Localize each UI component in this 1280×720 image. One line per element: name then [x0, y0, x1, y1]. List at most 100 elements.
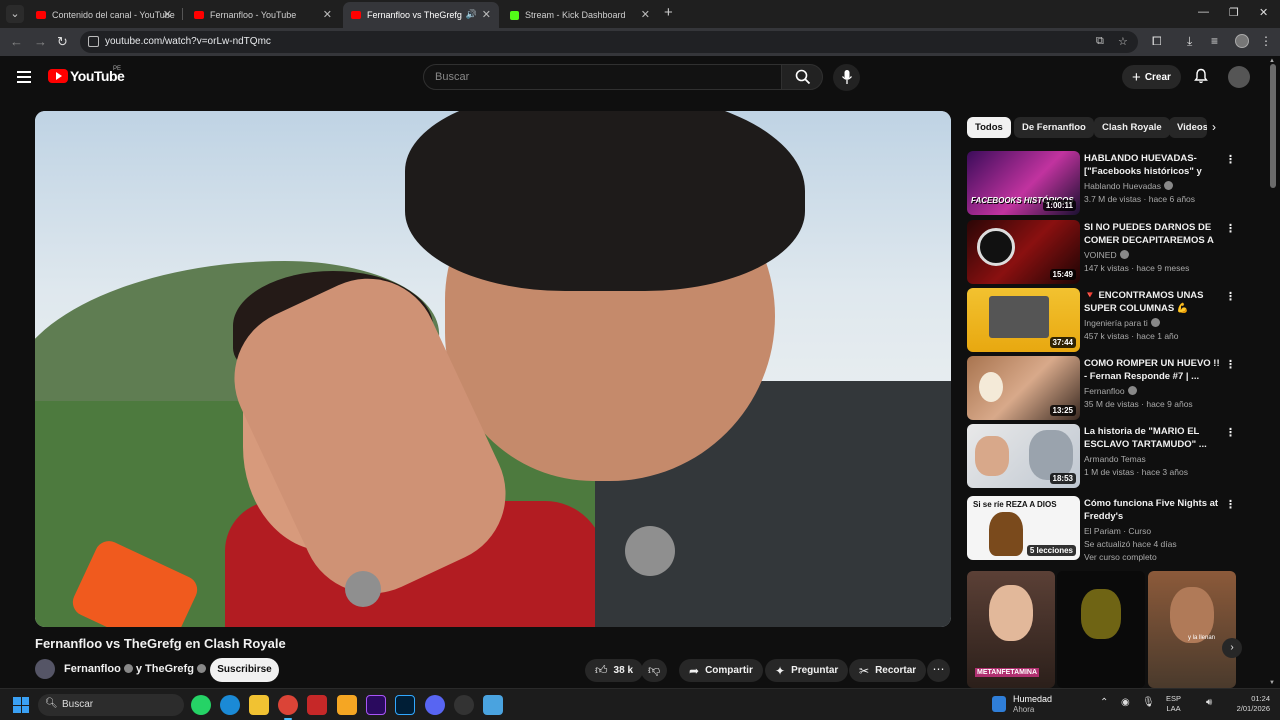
video-title-link[interactable]: SI NO PUEDES DARNOS DE COMER DECAPITAREM…: [1084, 221, 1222, 248]
menu-icon[interactable]: [17, 71, 31, 86]
chip-de-fernanfloo[interactable]: De Fernanfloo: [1014, 117, 1094, 138]
weather-widget[interactable]: Humedad Ahora: [992, 693, 1092, 717]
create-button[interactable]: + Crear: [1122, 65, 1181, 89]
kebab-menu-icon[interactable]: ⋮: [1225, 498, 1236, 511]
install-app-icon[interactable]: ⧉: [1096, 35, 1104, 48]
reload-icon[interactable]: ↻: [57, 34, 68, 50]
video-title-link[interactable]: Cómo funciona Five Nights at Freddy's: [1084, 497, 1222, 523]
minimize-icon[interactable]: —: [1198, 6, 1209, 18]
kebab-menu-icon[interactable]: ⋮: [1225, 426, 1236, 439]
page-scrollbar[interactable]: [1270, 64, 1276, 188]
more-actions-button[interactable]: ⋯: [927, 659, 950, 682]
discord-icon[interactable]: [425, 695, 445, 715]
tab-contenido-del-canal[interactable]: Contenido del canal - YouTube ✕: [28, 2, 180, 28]
chip-videos[interactable]: Videos: [1169, 117, 1207, 138]
chip-todos[interactable]: Todos: [967, 117, 1011, 138]
photoshop-icon[interactable]: [395, 695, 415, 715]
channel-link[interactable]: VOINED: [1084, 250, 1132, 260]
download-icon[interactable]: ⤓: [1187, 34, 1192, 49]
taskbar-search[interactable]: 🔍︎ Buscar: [38, 694, 184, 716]
browser-profile-avatar[interactable]: [1235, 34, 1249, 48]
ask-button[interactable]: ✦ Preguntar: [765, 659, 849, 682]
short-thumbnail[interactable]: [1057, 571, 1145, 688]
site-info-icon[interactable]: [88, 36, 99, 47]
speaker-icon[interactable]: 🔊: [466, 9, 477, 20]
edge-icon[interactable]: [220, 695, 240, 715]
search-button[interactable]: [781, 64, 823, 90]
dislike-button[interactable]: 👎︎: [641, 659, 668, 682]
new-tab-button[interactable]: +: [664, 4, 673, 21]
app-a-icon[interactable]: [337, 695, 357, 715]
language-indicator[interactable]: ESP LAA: [1166, 694, 1181, 714]
video-title-link[interactable]: COMO ROMPER UN HUEVO !! - Fernan Respond…: [1084, 357, 1222, 383]
video-title-link[interactable]: 🔻 ENCONTRAMOS UNAS SUPER COLUMNAS 💪 ¿SER…: [1084, 289, 1222, 316]
video-thumbnail[interactable]: 13:25: [967, 356, 1080, 420]
forward-icon[interactable]: →: [34, 34, 47, 49]
video-title-link[interactable]: HABLANDO HUEVADAS- ["Facebooks histórico…: [1084, 152, 1222, 179]
tab-fernanfloo-vs-thegrefg[interactable]: Fernanfloo vs TheGrefg en 🔊 ✕: [343, 2, 499, 28]
obs-icon[interactable]: [454, 695, 474, 715]
close-icon[interactable]: ✕: [482, 8, 491, 21]
windows-start-icon[interactable]: [13, 697, 29, 713]
share-button[interactable]: ➦ Compartir: [679, 659, 763, 682]
subscribe-button[interactable]: Suscribirse: [210, 658, 279, 682]
premiere-pro-icon[interactable]: [366, 695, 386, 715]
channel-link[interactable]: Armando Temas: [1084, 454, 1146, 464]
clip-button[interactable]: ✂ Recortar: [849, 659, 927, 682]
video-thumbnail[interactable]: FACEBOOKS HISTÓRICOS 1:00:11: [967, 151, 1080, 215]
window-close-icon[interactable]: ✕: [1259, 6, 1268, 19]
tab-fernanfloo-youtube[interactable]: Fernanfloo - YouTube ✕: [186, 2, 340, 28]
scroll-down-arrow[interactable]: ▼: [1269, 680, 1275, 686]
discord-tray-icon[interactable]: ◉: [1121, 697, 1130, 708]
restore-icon[interactable]: ❐: [1229, 6, 1239, 19]
video-thumbnail[interactable]: 37:44: [967, 288, 1080, 352]
account-avatar[interactable]: [1228, 66, 1250, 88]
extensions-icon[interactable]: ⧠: [1152, 34, 1162, 49]
video-thumbnail[interactable]: 18:53: [967, 424, 1080, 488]
list-item[interactable]: 15:49 SI NO PUEDES DARNOS DE COMER DECAP…: [967, 220, 1267, 284]
tab-kick-dashboard[interactable]: Stream - Kick Dashboard ✕: [502, 2, 658, 28]
channel-link[interactable]: Fernanfloo: [1084, 386, 1140, 396]
list-item[interactable]: FACEBOOKS HISTÓRICOS 1:00:11 HABLANDO HU…: [967, 151, 1267, 215]
channel-names[interactable]: Fernanfloo y TheGrefg: [64, 663, 209, 675]
volume-icon[interactable]: 🔊︎: [1206, 697, 1212, 708]
kebab-menu-icon[interactable]: ⋮: [1225, 222, 1236, 235]
channel-link[interactable]: El Pariam · Curso: [1084, 526, 1151, 536]
app-2024-icon[interactable]: [307, 695, 327, 715]
list-item[interactable]: Si se ríe REZA A DIOS 5 lecciones Cómo f…: [967, 496, 1267, 562]
video-thumbnail[interactable]: 15:49: [967, 220, 1080, 284]
tab-search-dropdown[interactable]: ⌄: [6, 5, 24, 23]
voice-search-button[interactable]: [833, 64, 860, 91]
bookmark-star-icon[interactable]: ☆: [1118, 35, 1128, 48]
kebab-menu-icon[interactable]: ⋮: [1225, 290, 1236, 303]
list-item[interactable]: 13:25 COMO ROMPER UN HUEVO !! - Fernan R…: [967, 356, 1267, 420]
like-button[interactable]: 👍︎ 38 k: [585, 659, 644, 682]
kebab-menu-icon[interactable]: ⋮: [1225, 358, 1236, 371]
back-icon[interactable]: ←: [10, 34, 23, 49]
system-clock[interactable]: 01:24 2/01/2026: [1226, 694, 1270, 714]
address-bar[interactable]: youtube.com/watch?v=orLw-ndTQmc ⧉ ☆: [80, 31, 1138, 53]
view-course-link[interactable]: Ver curso completo: [1084, 552, 1157, 562]
youtube-logo-icon[interactable]: [48, 69, 68, 83]
close-icon[interactable]: ✕: [323, 8, 332, 21]
chevron-right-icon[interactable]: ›: [1212, 120, 1216, 134]
file-explorer-icon[interactable]: [249, 695, 269, 715]
channel-name-thegrefg[interactable]: y TheGrefg: [136, 663, 194, 675]
channel-name-fernanfloo[interactable]: Fernanfloo: [64, 663, 121, 675]
chevron-up-icon[interactable]: ⌃: [1100, 697, 1108, 708]
close-icon[interactable]: ✕: [163, 8, 172, 21]
browser-menu-icon[interactable]: ⋮: [1260, 34, 1272, 48]
notifications-bell-icon[interactable]: [1193, 68, 1209, 84]
video-title-link[interactable]: La historia de "MARIO EL ESCLAVO TARTAMU…: [1084, 425, 1222, 451]
shorts-next-button[interactable]: ›: [1222, 638, 1242, 658]
close-icon[interactable]: ✕: [641, 8, 650, 21]
search-input[interactable]: Buscar: [423, 64, 782, 90]
microphone-icon[interactable]: 🎙︎: [1142, 697, 1155, 708]
channel-link[interactable]: Hablando Huevadas: [1084, 181, 1176, 191]
video-player[interactable]: [35, 111, 951, 627]
photos-icon[interactable]: [483, 695, 503, 715]
video-thumbnail[interactable]: Si se ríe REZA A DIOS 5 lecciones: [967, 496, 1080, 560]
short-thumbnail[interactable]: y la llenan: [1148, 571, 1236, 688]
channel-link[interactable]: Ingeniería para ti: [1084, 318, 1163, 328]
list-item[interactable]: 37:44 🔻 ENCONTRAMOS UNAS SUPER COLUMNAS …: [967, 288, 1267, 352]
